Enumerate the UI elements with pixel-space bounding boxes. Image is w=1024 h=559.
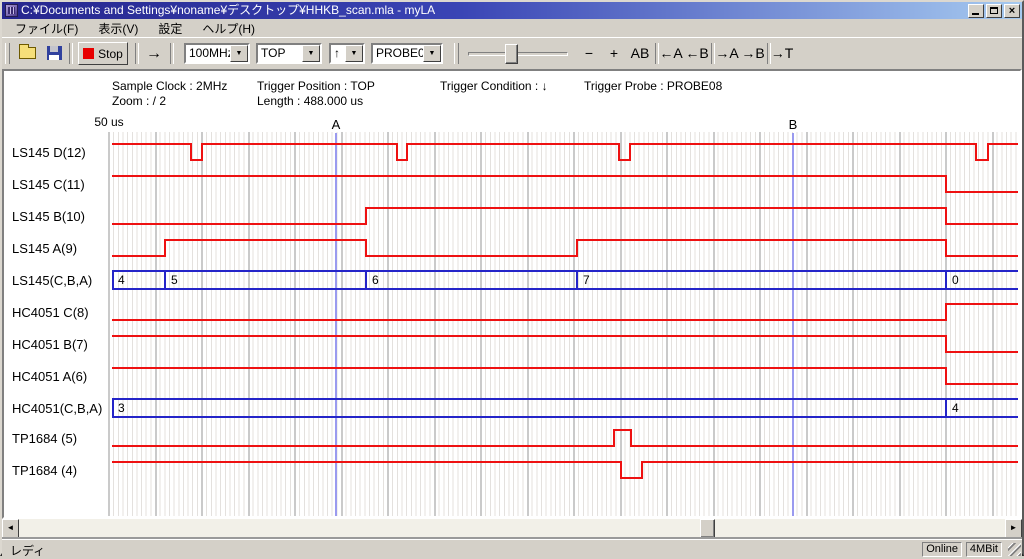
signal-label[interactable]: LS145 D(12) <box>12 146 86 160</box>
maximize-button[interactable] <box>986 4 1002 18</box>
status-message: レディ <box>10 542 45 559</box>
toolbar: Stop → 100MHz ▼ TOP ▼ ↑ ▼ PROBE00 ▼ − + … <box>2 37 1022 69</box>
resize-grip-icon[interactable] <box>1008 543 1021 556</box>
status-online: Online <box>922 542 962 557</box>
open-file-button[interactable] <box>15 41 39 65</box>
scroll-right-button[interactable]: ► <box>1005 519 1022 538</box>
sample-clock-select[interactable]: 100MHz ▼ <box>184 43 250 64</box>
info-trigger-condition: Trigger Condition : ↓ <box>440 79 548 93</box>
goto-a-forward-button[interactable]: →A <box>713 42 741 65</box>
menu-item-help[interactable]: ヘルプ(H) <box>195 19 262 38</box>
zoom-in-button[interactable]: + <box>603 42 625 65</box>
sample-clock-value: 100MHz <box>186 45 230 62</box>
scroll-thumb[interactable] <box>700 519 715 538</box>
save-file-button[interactable] <box>42 41 66 65</box>
signal-label[interactable]: HC4051 C(8) <box>12 306 89 320</box>
close-button[interactable]: × <box>1004 4 1020 18</box>
window-title: C:¥Documents and Settings¥noname¥デスクトップ¥… <box>21 2 966 19</box>
zoom-slider-thumb[interactable] <box>505 44 518 64</box>
waveform-panel[interactable] <box>2 69 1022 519</box>
probe-value: PROBE00 <box>373 45 423 62</box>
toolbar-separator <box>135 43 139 64</box>
floppy-save-icon <box>47 46 62 60</box>
menu-bar: ファイル(F) 表示(V) 設定 ヘルプ(H) <box>2 19 1022 37</box>
dropdown-arrow-icon[interactable]: ▼ <box>302 45 320 62</box>
signal-label[interactable]: HC4051 B(7) <box>12 338 88 352</box>
signal-label[interactable]: TP1684 (5) <box>12 432 77 446</box>
probe-select[interactable]: PROBE00 ▼ <box>371 43 443 64</box>
trigger-edge-select[interactable]: ↑ ▼ <box>329 43 365 64</box>
info-length: Length : 488.000 us <box>257 94 363 108</box>
toolbar-separator <box>69 43 73 64</box>
stop-label: Stop <box>98 47 123 61</box>
stop-icon <box>83 48 94 59</box>
menu-item-view[interactable]: 表示(V) <box>91 19 145 38</box>
status-bar: レディ Online 4MBit <box>2 539 1022 557</box>
dropdown-arrow-icon[interactable]: ▼ <box>423 45 441 62</box>
zoom-slider[interactable] <box>468 43 568 64</box>
status-memory: 4MBit <box>966 542 1002 557</box>
ab-markers-button[interactable]: AB <box>626 42 654 65</box>
menu-item-file[interactable]: ファイル(F) <box>8 19 85 38</box>
menu-item-settings[interactable]: 設定 <box>151 19 189 38</box>
signal-label[interactable]: LS145 B(10) <box>12 210 85 224</box>
folder-open-icon <box>19 47 36 59</box>
toolbar-gripper[interactable] <box>5 43 10 64</box>
info-zoom: Zoom : / 2 <box>112 94 166 108</box>
trigger-edge-value: ↑ <box>331 45 345 62</box>
info-trigger-position: Trigger Position : TOP <box>257 79 375 93</box>
app-icon[interactable] <box>5 4 18 17</box>
info-trigger-probe: Trigger Probe : PROBE08 <box>584 79 722 93</box>
signal-label[interactable]: LS145 A(9) <box>12 242 77 256</box>
zoom-out-button[interactable]: − <box>578 42 600 65</box>
app-window: C:¥Documents and Settings¥noname¥デスクトップ¥… <box>0 0 1024 556</box>
signal-label[interactable]: LS145 C(11) <box>12 178 85 192</box>
toolbar-gripper[interactable] <box>454 43 459 64</box>
title-bar[interactable]: C:¥Documents and Settings¥noname¥デスクトップ¥… <box>2 2 1022 19</box>
signal-label[interactable]: HC4051(C,B,A) <box>12 402 102 416</box>
dropdown-arrow-icon[interactable]: ▼ <box>230 45 248 62</box>
zoom-slider-track[interactable] <box>468 52 568 56</box>
minimize-icon <box>972 13 979 15</box>
minimize-button[interactable] <box>968 4 984 18</box>
goto-b-forward-button[interactable]: →B <box>739 42 767 65</box>
goto-b-back-button[interactable]: ←B <box>683 42 711 65</box>
toolbar-separator <box>170 43 174 64</box>
signal-label[interactable]: TP1684 (4) <box>12 464 77 478</box>
signal-label[interactable]: LS145(C,B,A) <box>12 274 92 288</box>
info-sample-clock: Sample Clock : 2MHz <box>112 79 227 93</box>
stop-button[interactable]: Stop <box>78 42 128 65</box>
trigger-position-value: TOP <box>258 45 302 62</box>
signal-label[interactable]: HC4051 A(6) <box>12 370 87 384</box>
scroll-left-button[interactable]: ◄ <box>2 519 19 538</box>
run-button[interactable]: → <box>140 42 168 65</box>
h-scrollbar[interactable]: ◄ ► <box>2 519 1022 538</box>
trigger-position-select[interactable]: TOP ▼ <box>256 43 322 64</box>
goto-a-back-button[interactable]: ←A <box>657 42 685 65</box>
close-icon: × <box>1005 5 1019 17</box>
goto-trigger-button[interactable]: →T <box>769 42 795 65</box>
timescale-label: 50 us <box>82 115 136 129</box>
dropdown-arrow-icon[interactable]: ▼ <box>345 45 363 62</box>
maximize-icon <box>990 7 998 14</box>
